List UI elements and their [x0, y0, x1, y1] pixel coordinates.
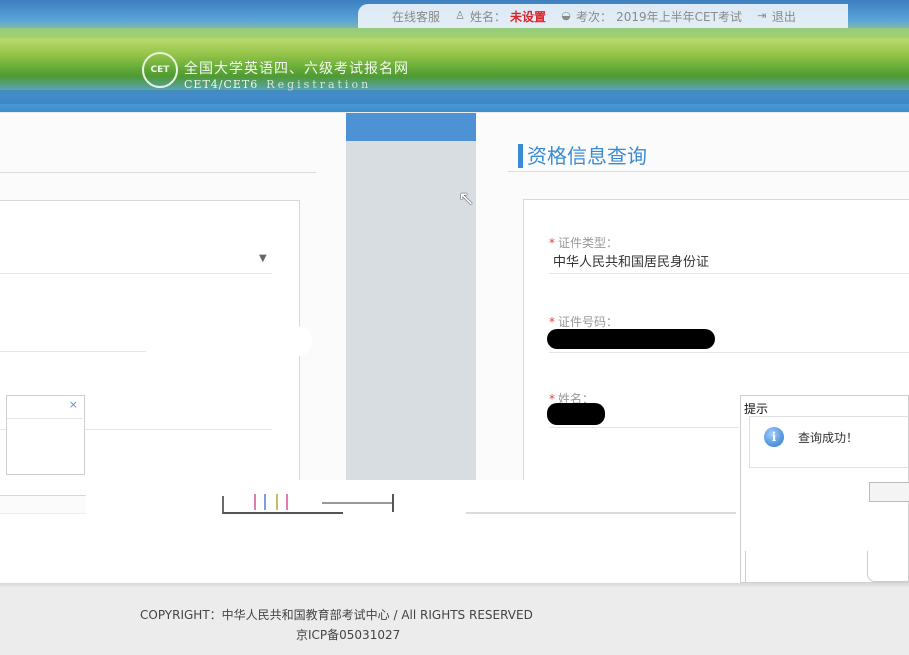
- glitch-mark: [276, 494, 278, 510]
- left-dialog: ×: [6, 395, 85, 475]
- redaction-mask: [142, 326, 312, 356]
- exam-info: ◒ 考次： 2019年上半年CET考试: [561, 9, 742, 24]
- page-title: 资格信息查询: [518, 144, 647, 168]
- glitch-mark: [254, 494, 256, 510]
- user-name-info: ♙ 姓名： 未设置: [455, 9, 547, 24]
- id-type-label: * 证件类型：: [549, 236, 619, 250]
- redaction-mask: [547, 329, 715, 349]
- site-header: 在线客服 ♙ 姓名： 未设置 ◒ 考次： 2019年上半年CET考试 ⇥ 退出 CE…: [0, 0, 909, 112]
- dialog-frame: [741, 551, 746, 583]
- logout-icon: ⇥: [757, 9, 767, 22]
- render-glitch: [86, 480, 740, 514]
- center-blue-header: [346, 113, 476, 141]
- icp-text: 京ICP备05031027: [296, 628, 401, 642]
- info-icon: i: [764, 427, 784, 447]
- id-type-value: 中华人民共和国居民身份证: [553, 255, 710, 270]
- cet-logo: CET: [142, 52, 178, 88]
- render-glitch: [0, 514, 740, 584]
- id-number-label: * 证件号码：: [549, 315, 619, 329]
- field-underline: [549, 352, 909, 353]
- glitch-mark: [264, 494, 266, 510]
- copyright-text: COPYRIGHT：中华人民共和国教育部考试中心 / All RIGHTS RE…: [140, 608, 533, 622]
- field-underline: [0, 273, 272, 274]
- panel-shadow: [0, 583, 909, 588]
- dropdown-caret-icon[interactable]: ▼: [259, 253, 267, 264]
- divider: [0, 172, 316, 173]
- redaction-mask: [547, 403, 605, 425]
- mouse-cursor-icon: ↖: [458, 186, 475, 210]
- header-band: [0, 90, 909, 104]
- top-user-bar: 在线客服 ♙ 姓名： 未设置 ◒ 考次： 2019年上半年CET考试 ⇥ 退出: [358, 4, 848, 28]
- dialog-frame: [867, 551, 909, 582]
- site-title: 全国大学英语四、六级考试报名网 CET4/CET6 Registration: [184, 61, 409, 91]
- dialog-body: [7, 418, 83, 469]
- user-icon: ♙: [455, 9, 465, 22]
- center-gray-column: [346, 113, 476, 515]
- dialog-title: 提示: [744, 402, 769, 416]
- redaction-mask: [143, 400, 205, 426]
- online-service-link[interactable]: 在线客服: [392, 8, 440, 25]
- ok-button[interactable]: [869, 482, 909, 502]
- exam-icon: ◒: [561, 9, 571, 22]
- dialog-message: 查询成功！: [798, 431, 859, 445]
- field-underline: [549, 427, 739, 428]
- success-dialog: 提示 i 查询成功！: [740, 395, 909, 583]
- dialog-body: i 查询成功！: [749, 416, 909, 468]
- title-divider: [508, 171, 909, 172]
- name-value: 未设置: [510, 9, 547, 24]
- header-band: [0, 28, 909, 38]
- logout-link[interactable]: ⇥ 退出: [756, 8, 796, 25]
- field-underline: [549, 273, 909, 274]
- glitch-mark: [322, 502, 392, 504]
- close-icon[interactable]: ×: [69, 398, 78, 411]
- glitch-mark: [392, 494, 394, 512]
- glitch-mark: [286, 494, 288, 510]
